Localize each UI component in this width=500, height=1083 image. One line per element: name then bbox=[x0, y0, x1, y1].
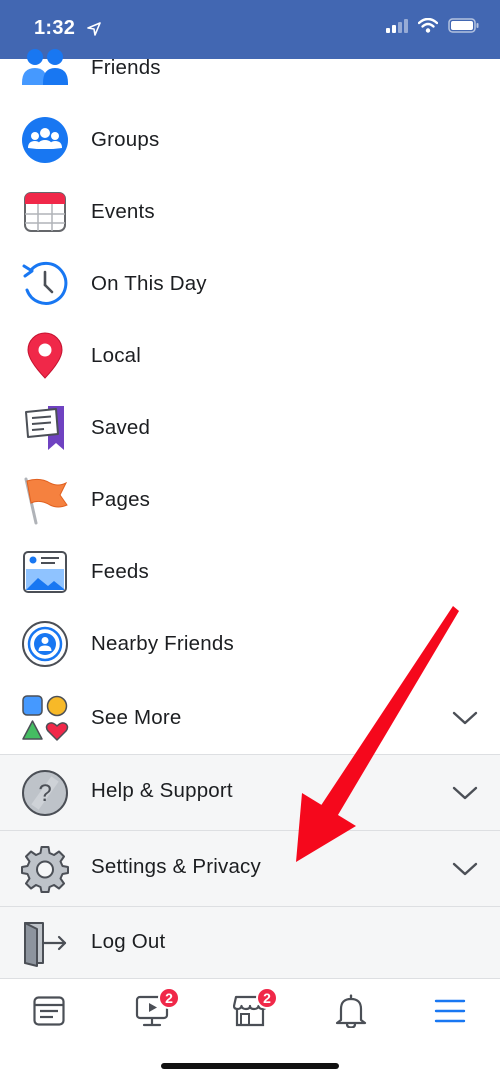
menu-item-feeds[interactable]: Feeds bbox=[0, 536, 500, 608]
section-label: Help & Support bbox=[91, 779, 233, 802]
menu-item-label: Groups bbox=[91, 128, 160, 151]
news-feed-icon bbox=[33, 996, 65, 1026]
section-log-out[interactable]: Log Out bbox=[0, 906, 500, 978]
menu-item-label: Saved bbox=[91, 416, 151, 439]
wifi-icon bbox=[418, 18, 438, 33]
home-indicator[interactable] bbox=[161, 1063, 339, 1069]
menu-item-label: Nearby Friends bbox=[91, 632, 234, 655]
local-pin-icon bbox=[20, 331, 70, 381]
svg-text:?: ? bbox=[38, 780, 51, 807]
events-calendar-icon bbox=[20, 187, 70, 237]
watch-badge: 2 bbox=[158, 987, 180, 1009]
log-out-door-icon bbox=[20, 918, 70, 968]
section-help-support[interactable]: ? Help & Support bbox=[0, 754, 500, 830]
cellular-signal-icon bbox=[386, 18, 408, 33]
menu-item-label: Feeds bbox=[91, 560, 149, 583]
menu-item-friends[interactable]: Friends bbox=[0, 32, 500, 104]
menu-tab[interactable] bbox=[428, 989, 472, 1033]
menu-item-label: See More bbox=[91, 706, 182, 729]
menu-item-events[interactable]: Events bbox=[0, 176, 500, 248]
chevron-down-icon[interactable] bbox=[452, 861, 478, 877]
hamburger-menu-icon bbox=[434, 999, 466, 1023]
notifications-tab[interactable] bbox=[329, 989, 373, 1033]
menu-item-label: Local bbox=[91, 344, 142, 367]
menu-item-groups[interactable]: Groups bbox=[0, 104, 500, 176]
menu-item-nearby-friends[interactable]: Nearby Friends bbox=[0, 608, 500, 680]
bell-icon bbox=[335, 994, 367, 1028]
menu-item-pages[interactable]: Pages bbox=[0, 464, 500, 536]
menu-item-saved[interactable]: Saved bbox=[0, 392, 500, 464]
nearby-friends-icon bbox=[20, 619, 70, 669]
groups-icon bbox=[20, 115, 70, 165]
on-this-day-clock-icon bbox=[20, 259, 70, 309]
section-label: Settings & Privacy bbox=[91, 855, 261, 878]
menu-item-local[interactable]: Local bbox=[0, 320, 500, 392]
menu-item-label: Events bbox=[91, 200, 155, 223]
menu-item-see-more[interactable]: See More bbox=[0, 682, 500, 754]
feeds-icon bbox=[20, 547, 70, 597]
help-question-icon: ? bbox=[20, 768, 70, 818]
menu-item-on-this-day[interactable]: On This Day bbox=[0, 248, 500, 320]
menu-item-label: Pages bbox=[91, 488, 151, 511]
menu-item-label: On This Day bbox=[91, 272, 207, 295]
marketplace-tab[interactable]: 2 bbox=[228, 987, 278, 1033]
status-icons bbox=[386, 18, 480, 33]
pages-flag-icon bbox=[20, 475, 70, 525]
marketplace-badge: 2 bbox=[256, 987, 278, 1009]
friends-icon bbox=[20, 43, 70, 93]
menu-item-label: Friends bbox=[91, 56, 161, 79]
chevron-down-icon[interactable] bbox=[452, 785, 478, 801]
news-feed-tab[interactable] bbox=[27, 989, 71, 1033]
section-settings-privacy[interactable]: Settings & Privacy bbox=[0, 830, 500, 906]
chevron-down-icon[interactable] bbox=[452, 710, 478, 726]
settings-gear-icon bbox=[20, 844, 70, 894]
see-more-shapes-icon bbox=[20, 693, 70, 743]
saved-bookmark-icon bbox=[20, 403, 70, 453]
section-label: Log Out bbox=[91, 930, 166, 953]
battery-icon bbox=[448, 18, 479, 33]
watch-tab[interactable]: 2 bbox=[130, 987, 180, 1033]
